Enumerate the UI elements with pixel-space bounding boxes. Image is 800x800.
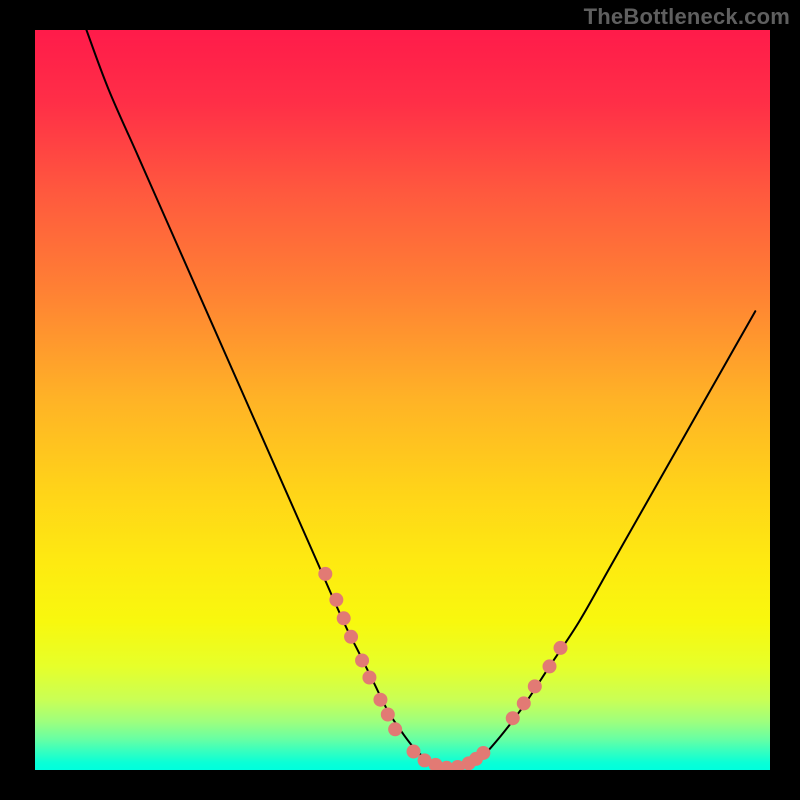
watermark-text: TheBottleneck.com — [584, 4, 790, 30]
gradient-background — [35, 30, 770, 770]
chart-frame: TheBottleneck.com — [0, 0, 800, 800]
left-slope-dots — [373, 693, 387, 707]
left-slope-dots — [344, 630, 358, 644]
left-slope-dots — [381, 708, 395, 722]
right-slope-dots — [554, 641, 568, 655]
left-slope-dots — [329, 593, 343, 607]
right-slope-dots — [506, 711, 520, 725]
left-slope-dots — [318, 567, 332, 581]
left-slope-dots — [388, 722, 402, 736]
left-slope-dots — [355, 653, 369, 667]
valley-dots — [476, 746, 490, 760]
right-slope-dots — [543, 659, 557, 673]
right-slope-dots — [528, 679, 542, 693]
right-slope-dots — [517, 696, 531, 710]
left-slope-dots — [337, 611, 351, 625]
bottleneck-chart — [35, 30, 770, 770]
left-slope-dots — [362, 671, 376, 685]
plot-area — [35, 30, 770, 770]
valley-dots — [407, 745, 421, 759]
